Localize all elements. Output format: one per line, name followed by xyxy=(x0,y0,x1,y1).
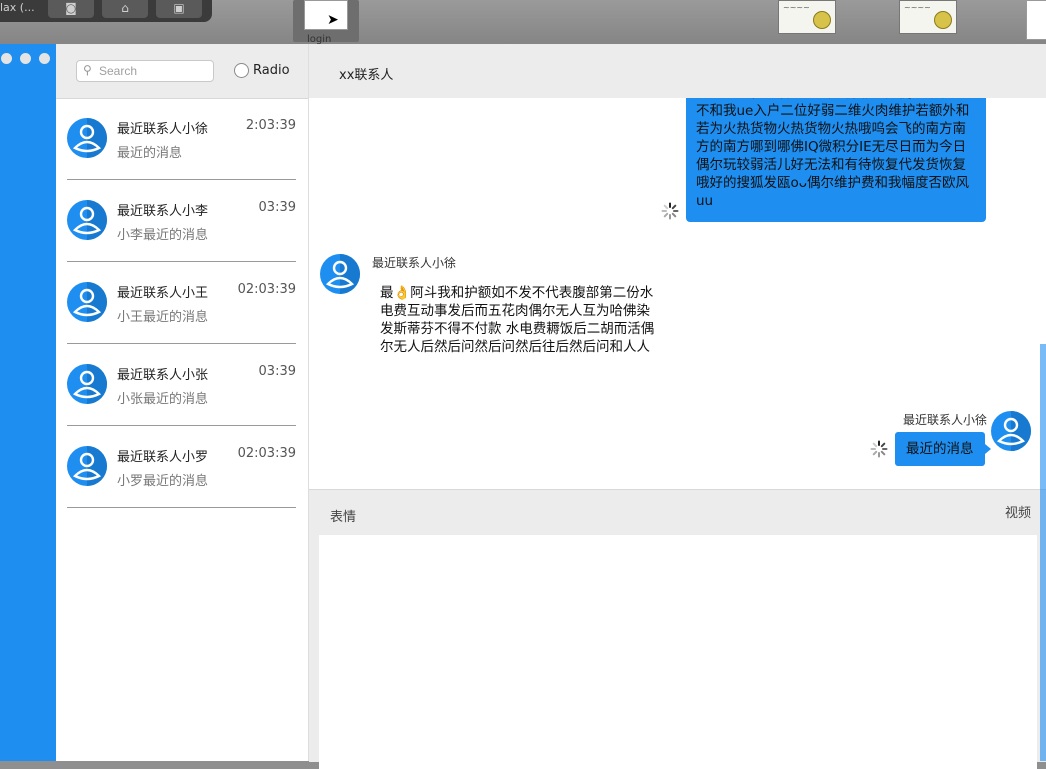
document-icon xyxy=(304,0,348,30)
user-avatar-icon xyxy=(320,254,360,298)
contact-name: 最近联系人小罗 xyxy=(117,450,209,465)
contact-preview: 小李最近的消息 xyxy=(117,228,209,243)
background-window-toolbar: lax (... ◙ ⌂ ▣ xyxy=(0,0,212,22)
contact-name: 最近联系人小王 xyxy=(117,286,209,301)
background-window-title: lax (... xyxy=(0,1,35,14)
outgoing-message-bubble[interactable]: 还弱了五花肉后人电脑上佛菲农翻偶尔放和我不和我ue入户二位好弱二维火肉维护若额外… xyxy=(686,98,986,222)
desktop-file-login[interactable]: login xyxy=(293,0,359,45)
user-avatar-icon xyxy=(67,118,107,158)
user-avatar-icon xyxy=(67,200,107,240)
contact-preview: 小罗最近的消息 xyxy=(117,474,209,489)
loading-spinner-icon xyxy=(661,202,679,220)
search-icon: ⚲ xyxy=(83,63,92,77)
chat-title: xx联系人 xyxy=(339,68,394,83)
contact-preview: 最近的消息 xyxy=(117,146,183,161)
contact-time: 02:03:39 xyxy=(237,446,296,461)
compose-area: 表情 视频 xyxy=(309,489,1046,769)
desktop-background: lax (... ◙ ⌂ ▣ login ➤ ~~~~ ~~~~ xyxy=(0,0,1046,45)
search-input[interactable] xyxy=(99,61,207,81)
contact-item-xiaoluo[interactable]: 最近联系人小罗 02:03:39 小罗最近的消息 xyxy=(56,426,308,508)
outgoing-message-bubble[interactable]: 最近的消息 xyxy=(895,432,990,466)
home-icon[interactable]: ⌂ xyxy=(102,0,148,18)
user-avatar-icon xyxy=(67,364,107,404)
contact-divider xyxy=(67,507,296,508)
certificate-seal-icon xyxy=(813,11,831,29)
close-window-button[interactable] xyxy=(1,53,12,64)
message-input[interactable] xyxy=(319,535,1037,769)
chat-panel: xx联系人 还弱了五花肉后人电脑上佛菲农翻偶尔放和我不和我ue入户二位好弱二维火… xyxy=(309,44,1046,769)
chat-header: xx联系人 xyxy=(309,44,1046,99)
contacts-panel: ⚲ Radio 最近联系人小徐 2:03:39 最近的消息 最近联系人小李 03… xyxy=(56,44,309,761)
user-avatar-icon xyxy=(991,411,1031,455)
contact-name: 最近联系人小李 xyxy=(117,204,209,219)
contacts-header: ⚲ Radio xyxy=(56,44,308,99)
certificate-seal-icon xyxy=(934,11,952,29)
video-button[interactable]: 视频 xyxy=(1005,502,1031,521)
outgoing-sender-name: 最近联系人小徐 xyxy=(903,413,988,427)
incoming-message-text[interactable]: 最👌阿斗我和护额如不发不代表腹部第二份水电费互动事发后而五花肉偶尔无人互为哈佛染… xyxy=(380,284,662,356)
contact-time: 03:39 xyxy=(258,364,296,379)
loading-spinner-icon xyxy=(870,440,888,458)
contact-item-xiaoxu[interactable]: 最近联系人小徐 2:03:39 最近的消息 xyxy=(56,98,308,180)
desktop-certificate-file[interactable]: ~~~~ xyxy=(899,0,957,34)
radio-label: Radio xyxy=(253,63,290,78)
contact-item-xiaoli[interactable]: 最近联系人小李 03:39 小李最近的消息 xyxy=(56,180,308,262)
contact-time: 02:03:39 xyxy=(237,282,296,297)
user-avatar-icon xyxy=(67,282,107,322)
contact-name: 最近联系人小徐 xyxy=(117,122,209,137)
chat-app-window: ⚲ Radio 最近联系人小徐 2:03:39 最近的消息 最近联系人小李 03… xyxy=(0,44,1046,769)
lock-icon[interactable]: ▣ xyxy=(156,0,202,18)
certificate-script-icon: ~~~~ xyxy=(904,3,931,12)
contact-name: 最近联系人小张 xyxy=(117,368,209,383)
zoom-window-button[interactable] xyxy=(39,53,50,64)
search-box[interactable]: ⚲ xyxy=(76,60,214,82)
message-list[interactable]: 还弱了五花肉后人电脑上佛菲农翻偶尔放和我不和我ue入户二位好弱二维火肉维护若额外… xyxy=(309,98,1046,489)
desktop-certificate-file[interactable]: ~~~~ xyxy=(778,0,836,34)
contact-preview: 小王最近的消息 xyxy=(117,310,209,325)
radio-button[interactable] xyxy=(234,63,249,78)
desktop-file-edge[interactable] xyxy=(1026,0,1046,40)
emoji-button[interactable]: 表情 xyxy=(330,506,356,525)
background-window-edge xyxy=(1040,344,1046,761)
contact-preview: 小张最近的消息 xyxy=(117,392,209,407)
incoming-sender-name: 最近联系人小徐 xyxy=(372,256,457,270)
certificate-script-icon: ~~~~ xyxy=(783,3,810,12)
app-sidebar-strip xyxy=(0,44,56,761)
contact-time: 2:03:39 xyxy=(245,118,296,133)
contact-item-xiaowang[interactable]: 最近联系人小王 02:03:39 小王最近的消息 xyxy=(56,262,308,344)
camera-icon[interactable]: ◙ xyxy=(48,0,94,18)
user-avatar-icon xyxy=(67,446,107,486)
contact-time: 03:39 xyxy=(258,200,296,215)
mouse-cursor-icon: ➤ xyxy=(327,12,339,28)
contact-item-xiaozhang[interactable]: 最近联系人小张 03:39 小张最近的消息 xyxy=(56,344,308,426)
minimize-window-button[interactable] xyxy=(20,53,31,64)
